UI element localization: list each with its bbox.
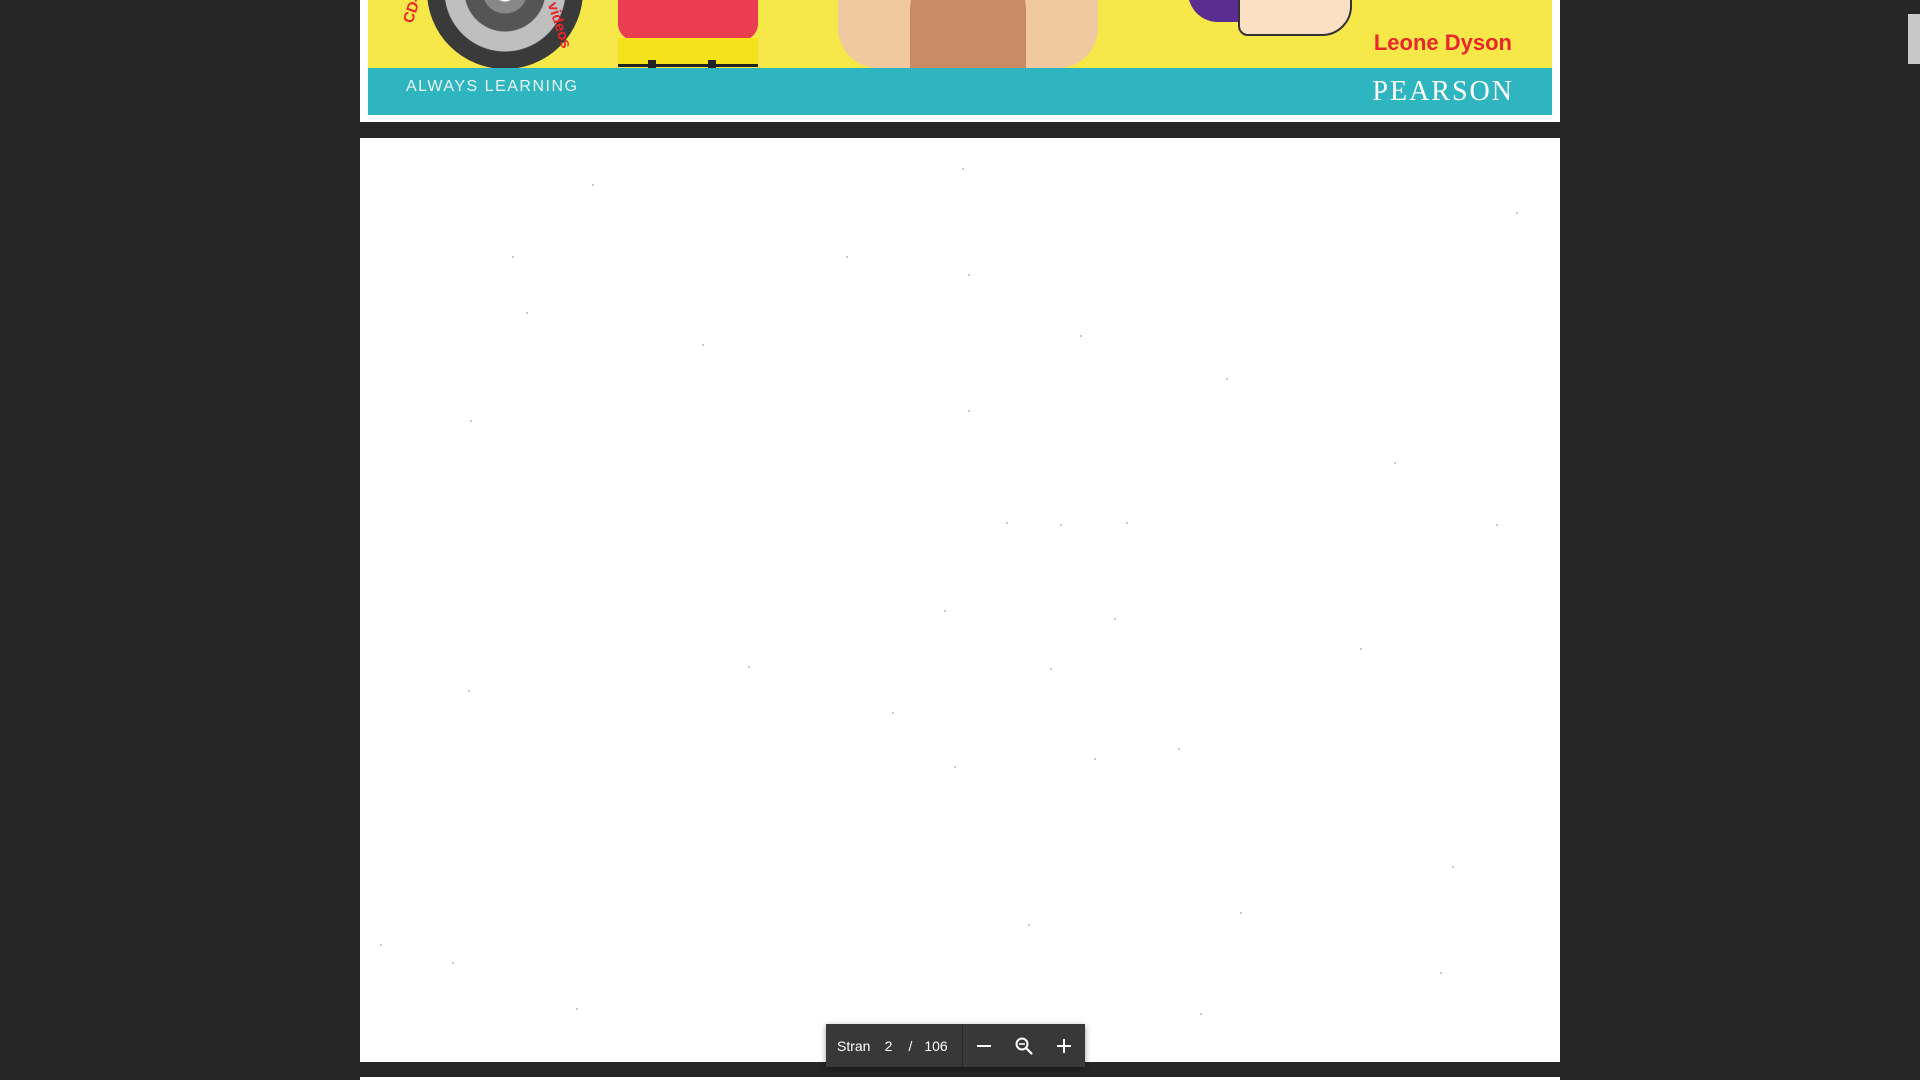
page-speck	[748, 666, 750, 668]
cover-tagline: ALWAYS LEARNING	[406, 78, 579, 95]
page-separator: /	[908, 1037, 913, 1054]
page-speck	[1028, 924, 1030, 926]
page-speck	[968, 274, 970, 276]
page-label: Stran	[837, 1037, 871, 1054]
minus-icon	[976, 1044, 991, 1047]
character-leg	[708, 60, 716, 68]
pdf-page-current	[360, 138, 1560, 1062]
scrollbar-thumb[interactable]	[1908, 14, 1920, 64]
page-speck	[1060, 524, 1062, 526]
page-speck	[380, 944, 382, 946]
magnifier-icon	[1015, 1037, 1033, 1055]
zoom-controls	[962, 1024, 1085, 1067]
page-speck	[1496, 524, 1498, 526]
page-speck	[1394, 462, 1396, 464]
page-speck	[968, 410, 970, 412]
total-pages: 106	[924, 1037, 948, 1054]
page-speck	[1200, 1013, 1202, 1015]
page-speck	[1126, 522, 1128, 524]
plus-icon	[1056, 1038, 1071, 1053]
page-speck	[702, 344, 704, 346]
sand-shape-inner	[910, 0, 1026, 68]
pdf-viewer: CD-ROM videos Leone Dyson ALWAYS LEARNIN…	[0, 0, 1920, 1080]
page-speck	[1006, 522, 1008, 524]
page-speck	[576, 1008, 578, 1010]
page-speck	[944, 610, 946, 612]
cover-publisher-band: ALWAYS LEARNING PEARSON	[368, 68, 1552, 115]
page-speck	[1114, 618, 1116, 620]
page-speck	[1094, 758, 1096, 760]
character-dress	[618, 0, 758, 40]
page-navigation: Stran 2 / 106	[826, 1024, 963, 1067]
page-speck	[1516, 212, 1518, 214]
page-speck	[954, 766, 956, 768]
cover-illustration: CD-ROM videos Leone Dyson	[368, 0, 1552, 68]
page-speck	[1226, 378, 1228, 380]
character-dress-hem	[618, 38, 758, 67]
page-speck	[592, 184, 594, 186]
page-speck	[1360, 648, 1362, 650]
page-speck	[452, 962, 454, 964]
page-speck	[1080, 335, 1082, 337]
page-toolbar: Stran 2 / 106	[826, 1024, 1085, 1067]
page-speck	[470, 420, 472, 422]
zoom-in-button[interactable]	[1044, 1024, 1084, 1067]
character-foot	[1238, 0, 1352, 36]
zoom-out-button[interactable]	[964, 1024, 1004, 1067]
page-speck	[892, 712, 894, 714]
pdf-page-cover: CD-ROM videos Leone Dyson ALWAYS LEARNIN…	[360, 0, 1560, 122]
page-speck	[1050, 668, 1052, 670]
character-leg	[648, 60, 656, 68]
current-page-input[interactable]: 2	[870, 1038, 906, 1054]
page-speck	[1240, 912, 1242, 914]
page-speck	[1452, 866, 1454, 868]
cover-author: Leone Dyson	[1373, 30, 1512, 55]
page-speck	[1178, 748, 1180, 750]
page-speck	[846, 256, 848, 258]
zoom-reset-button[interactable]	[1004, 1024, 1044, 1067]
page-speck	[1440, 972, 1442, 974]
page-speck	[962, 168, 964, 170]
page-speck	[468, 690, 470, 692]
publisher-logo: PEARSON	[1372, 76, 1514, 107]
page-speck	[512, 256, 514, 258]
page-speck	[526, 312, 528, 314]
